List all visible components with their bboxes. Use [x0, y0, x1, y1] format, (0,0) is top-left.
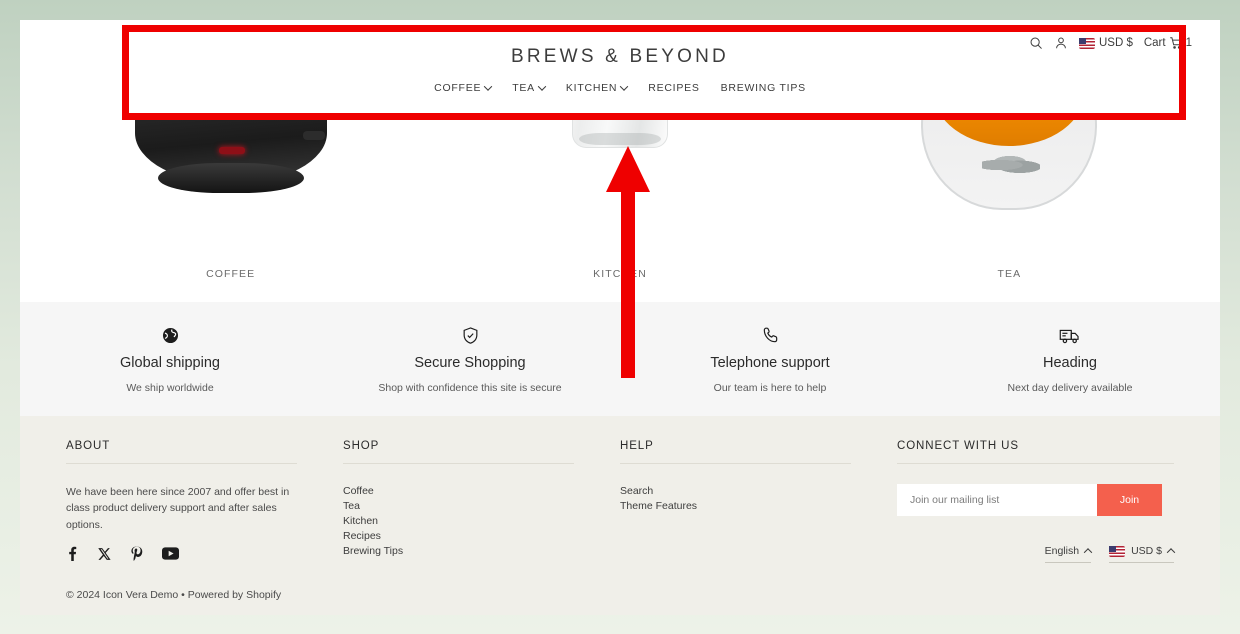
footer-column-title: ABOUT	[66, 440, 297, 464]
about-text: We have been here since 2007 and offer b…	[66, 486, 290, 531]
collection-grid: COFFEE KITCHEN TEA	[20, 120, 1220, 302]
feature-strip: Global shipping We ship worldwide Secure…	[20, 302, 1220, 416]
main-navigation: COFFEE TEA KITCHEN RECIPES BREWING TIPS	[20, 82, 1220, 94]
footer-link-coffee[interactable]: Coffee	[343, 484, 574, 499]
tea-leaves	[981, 156, 1041, 174]
language-label: English	[1044, 545, 1080, 557]
footer-columns: ABOUT We have been here since 2007 and o…	[66, 440, 1174, 559]
account-icon[interactable]	[1054, 36, 1068, 50]
collection-label: COFFEE	[206, 268, 256, 280]
nav-label: RECIPES	[648, 82, 700, 94]
feature-global-shipping: Global shipping We ship worldwide	[20, 324, 320, 394]
site-header: USD $ Cart 1 BREWS & BEYOND COFFEE TEA K…	[20, 20, 1220, 120]
collection-card-kitchen[interactable]: KITCHEN	[425, 120, 814, 302]
locale-selectors: English USD $	[1044, 545, 1176, 563]
nav-label: COFFEE	[434, 82, 482, 94]
globe-icon	[20, 324, 320, 346]
collection-image-coffee	[36, 120, 425, 245]
chevron-down-icon	[483, 82, 493, 91]
kettle-spout	[302, 131, 325, 140]
feature-telephone-support: Telephone support Our team is here to he…	[620, 324, 920, 394]
footer-link-search[interactable]: Search	[620, 484, 851, 499]
footer-column-shop: SHOP Coffee Tea Kitchen Recipes Brewing …	[343, 440, 620, 559]
nav-label: KITCHEN	[565, 82, 618, 94]
kettle-led	[219, 147, 246, 154]
collection-label: KITCHEN	[593, 268, 647, 280]
feature-subtitle: Shop with confidence this site is secure	[378, 382, 562, 394]
feature-subtitle: We ship worldwide	[126, 382, 214, 394]
tea-liquid	[933, 120, 1086, 146]
footer-link-theme-features[interactable]: Theme Features	[620, 499, 851, 514]
footer-column-connect: CONNECT WITH US Join	[897, 440, 1174, 559]
site-footer: ABOUT We have been here since 2007 and o…	[20, 416, 1220, 615]
nav-item-brewing-tips[interactable]: BREWING TIPS	[721, 82, 806, 94]
feature-heading: Heading Next day delivery available	[920, 324, 1220, 394]
feature-subtitle: Our team is here to help	[713, 382, 827, 394]
footer-column-title: SHOP	[343, 440, 574, 464]
footer-currency-selector[interactable]: USD $	[1109, 545, 1176, 563]
newsletter-form: Join	[897, 484, 1162, 516]
feature-title: Global shipping	[120, 355, 220, 371]
copyright-text: © 2024 Icon Vera Demo • Powered by Shopi…	[66, 589, 282, 601]
newsletter-join-button[interactable]: Join	[1097, 484, 1162, 516]
us-flag-icon	[1078, 37, 1095, 49]
social-links	[66, 545, 1174, 567]
currency-selector[interactable]: USD $	[1078, 37, 1133, 49]
chevron-down-icon	[620, 82, 629, 91]
chevron-down-icon	[537, 82, 547, 91]
teapot-product-image	[921, 120, 1098, 210]
truck-icon	[920, 324, 1220, 346]
collection-image-kitchen	[425, 120, 814, 245]
nav-item-tea[interactable]: TEA	[512, 82, 547, 94]
footer-column-title: CONNECT WITH US	[897, 440, 1174, 464]
chevron-up-icon	[1166, 548, 1176, 557]
nav-label: BREWING TIPS	[720, 82, 806, 94]
feature-secure-shopping: Secure Shopping Shop with confidence thi…	[320, 324, 620, 394]
footer-link-recipes[interactable]: Recipes	[343, 529, 574, 544]
pinterest-icon[interactable]	[130, 546, 143, 566]
feature-title: Telephone support	[710, 355, 830, 371]
kettle-product-image	[134, 120, 327, 193]
nav-item-coffee[interactable]: COFFEE	[434, 82, 493, 94]
cart-icon	[1169, 36, 1183, 50]
collection-card-coffee[interactable]: COFFEE	[36, 120, 425, 302]
us-flag-icon	[1109, 545, 1126, 557]
nav-item-kitchen[interactable]: KITCHEN	[565, 82, 629, 94]
collection-image-tea	[815, 120, 1204, 245]
currency-label: USD $	[1098, 37, 1133, 49]
cart-label: Cart	[1143, 37, 1166, 49]
youtube-icon[interactable]	[162, 547, 179, 565]
newsletter-email-input[interactable]	[897, 484, 1097, 516]
cart-count: 1	[1185, 37, 1192, 49]
header-utility-bar: USD $ Cart 1	[1029, 36, 1192, 50]
glass-jar-product-image	[571, 120, 668, 148]
footer-link-tea[interactable]: Tea	[343, 499, 574, 514]
nav-label: TEA	[512, 82, 535, 94]
feature-title: Heading	[1042, 355, 1097, 371]
phone-icon	[620, 324, 920, 346]
footer-link-kitchen[interactable]: Kitchen	[343, 514, 574, 529]
feature-title: Secure Shopping	[414, 355, 526, 371]
shield-check-icon	[320, 324, 620, 346]
footer-bottom-bar: © 2024 Icon Vera Demo • Powered by Shopi…	[66, 545, 1176, 601]
footer-currency-label: USD $	[1131, 545, 1162, 557]
search-icon[interactable]	[1029, 36, 1043, 50]
collection-label: TEA	[997, 268, 1022, 280]
x-icon[interactable]	[98, 547, 111, 566]
page-container: USD $ Cart 1 BREWS & BEYOND COFFEE TEA K…	[20, 20, 1220, 615]
footer-column-title: HELP	[620, 440, 851, 464]
feature-subtitle: Next day delivery available	[1007, 382, 1133, 394]
footer-column-help: HELP Search Theme Features	[620, 440, 897, 559]
footer-column-about: ABOUT We have been here since 2007 and o…	[66, 440, 343, 559]
cart-link[interactable]: Cart 1	[1144, 36, 1192, 50]
collection-card-tea[interactable]: TEA	[815, 120, 1204, 302]
chevron-up-icon	[1083, 548, 1093, 557]
facebook-icon[interactable]	[66, 546, 79, 566]
language-selector[interactable]: English	[1044, 545, 1093, 563]
nav-item-recipes[interactable]: RECIPES	[648, 82, 699, 94]
